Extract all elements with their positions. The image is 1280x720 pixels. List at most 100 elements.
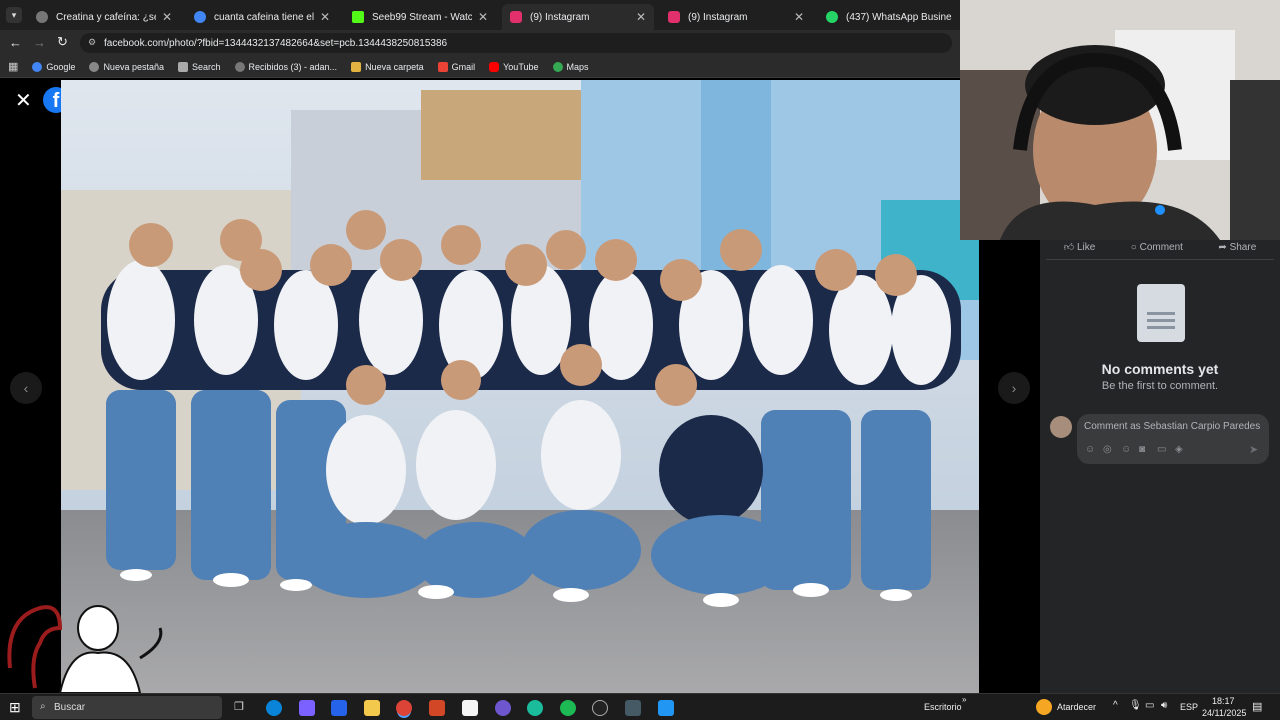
like-button[interactable]: 👍︎ Like <box>1064 241 1096 253</box>
bookmark-label: Nueva carpeta <box>365 61 424 72</box>
google-icon <box>32 61 43 72</box>
tab-title: cuanta cafeina tiene el cafe altu <box>214 11 314 23</box>
bookmark-label: YouTube <box>503 61 539 72</box>
send-icon[interactable]: ➤ <box>1249 443 1258 456</box>
sticker-icon[interactable]: ◎ <box>1103 444 1112 455</box>
bookmark-label: Nueva pestaña <box>103 61 164 72</box>
clock-time[interactable]: 18:17 <box>1212 696 1235 706</box>
tab-creatina[interactable]: Creatina y cafeína: ¿se pueden ✕ <box>28 4 180 30</box>
bookmark-label: Google <box>46 61 76 72</box>
streamer-webcam-image <box>960 0 1280 240</box>
map-pin-icon <box>552 61 563 72</box>
app-icon[interactable] <box>658 700 674 716</box>
bookmark-search[interactable]: Search <box>177 61 221 72</box>
notepad-icon[interactable] <box>462 700 478 716</box>
bookmark-gmail[interactable]: Gmail <box>437 61 476 72</box>
share-button[interactable]: ➦ Share <box>1218 242 1256 253</box>
weather-label[interactable]: Atardecer <box>1057 702 1096 712</box>
clock-date[interactable]: 24/11/2025 <box>1202 708 1246 718</box>
bookmark-nueva-pestana[interactable]: Nueva pestaña <box>89 61 164 72</box>
group-photo-image <box>61 80 979 693</box>
address-bar[interactable]: ⚙ facebook.com/photo/?fbid=1344432137482… <box>80 33 952 53</box>
bookmark-recibidos[interactable]: Recibidos (3) - adan... <box>234 61 338 72</box>
language-indicator[interactable]: ESP <box>1180 702 1198 712</box>
file-explorer-icon[interactable] <box>364 700 380 716</box>
camera-icon[interactable]: ◙ <box>1139 444 1145 455</box>
close-icon[interactable]: ✕ <box>320 10 330 24</box>
share-icon: ➦ <box>1218 241 1230 253</box>
bookmark-label: Gmail <box>451 61 476 72</box>
like-label: Like <box>1076 242 1096 253</box>
bookmark-google[interactable]: Google <box>32 61 76 72</box>
app-icon[interactable] <box>495 700 511 716</box>
tab-kick-stream[interactable]: Seeb99 Stream - Watch Live on ✕ <box>344 4 496 30</box>
mail-icon <box>234 61 245 72</box>
gif-icon[interactable]: ▭ <box>1157 444 1166 455</box>
taskbar-search-box[interactable]: ⌕ Buscar <box>32 696 222 719</box>
chevron-up-icon[interactable]: ^ <box>1113 700 1118 711</box>
chrome-icon[interactable] <box>396 700 412 716</box>
bookmark-nueva-carpeta[interactable]: Nueva carpeta <box>351 61 424 72</box>
chevron-icon[interactable]: » <box>962 695 966 704</box>
bookmark-label: Maps <box>566 61 589 72</box>
bookmarks-bar: ▦ Google Nueva pestaña Search Recibidos … <box>0 56 960 78</box>
close-icon[interactable]: ✕ <box>162 10 172 24</box>
outlook-icon[interactable] <box>331 700 347 716</box>
instagram-icon <box>668 11 680 23</box>
comment-input[interactable]: Comment as Sebastian Carpio Paredes ☺ ◎ … <box>1077 414 1269 464</box>
bookmark-maps[interactable]: Maps <box>552 61 589 72</box>
globe-icon <box>89 61 100 72</box>
network-icon[interactable]: ▭ <box>1145 700 1154 711</box>
bookmark-label: Recibidos (3) - adan... <box>248 61 338 72</box>
main-photo <box>61 80 979 693</box>
powerpoint-icon[interactable] <box>429 700 445 716</box>
microphone-icon[interactable]: 🎙︎ <box>1129 700 1142 711</box>
tab-instagram-2[interactable]: (9) Instagram ✕ <box>660 4 812 30</box>
emoji-icon[interactable]: ☺ <box>1121 444 1131 455</box>
windows-start-icon[interactable]: ⊞ <box>9 699 21 716</box>
notifications-icon[interactable]: ▤ <box>1252 700 1262 713</box>
search-icon: ⌕ <box>40 701 46 712</box>
close-icon[interactable]: ✕ <box>478 10 488 24</box>
avatar-sticker-icon[interactable]: ☺ <box>1085 444 1095 455</box>
app-icon[interactable] <box>527 700 543 716</box>
tab-instagram-1[interactable]: (9) Instagram ✕ <box>502 4 654 30</box>
spotify-icon[interactable] <box>560 700 576 716</box>
copilot-icon[interactable] <box>299 700 315 716</box>
back-icon[interactable]: ← <box>9 35 22 50</box>
bookmark-label: Search <box>191 61 221 72</box>
empty-state-title: No comments yet <box>1101 361 1219 377</box>
next-photo-button[interactable]: › <box>998 372 1030 404</box>
desktop-label[interactable]: Escritorio <box>924 702 962 712</box>
obs-icon[interactable] <box>592 700 608 716</box>
task-view-icon[interactable]: ❐ <box>234 700 244 713</box>
tab-title: (437) WhatsApp Business <box>846 11 952 23</box>
edge-icon[interactable] <box>266 700 282 716</box>
forward-icon[interactable]: → <box>33 35 46 50</box>
comment-placeholder: Comment as Sebastian Carpio Paredes <box>1084 421 1261 432</box>
youtube-icon <box>489 61 500 72</box>
tab-title: (9) Instagram <box>530 11 590 23</box>
site-info-icon[interactable]: ⚙ <box>88 37 96 48</box>
close-icon[interactable]: ✕ <box>636 10 646 24</box>
comment-label: Comment <box>1139 241 1183 253</box>
reload-icon[interactable]: ↻ <box>57 34 68 50</box>
sunset-icon <box>1036 699 1052 715</box>
apps-grid-icon[interactable]: ▦ <box>8 60 18 73</box>
bookmark-youtube[interactable]: YouTube <box>489 61 539 72</box>
tab-whatsapp[interactable]: (437) WhatsApp Business <box>818 4 960 30</box>
avatar <box>1050 416 1072 438</box>
close-icon[interactable]: ✕ <box>794 10 804 24</box>
empty-state-subtitle: Be the first to comment. <box>1101 380 1219 392</box>
tab-cafeina[interactable]: cuanta cafeina tiene el cafe altu ✕ <box>186 4 338 30</box>
tab-search-button[interactable]: ▾ <box>6 7 22 23</box>
tab-title: Creatina y cafeína: ¿se pueden <box>56 11 156 23</box>
previous-photo-button[interactable]: ‹ <box>10 372 42 404</box>
app-icon[interactable] <box>625 700 641 716</box>
search-icon <box>177 61 188 72</box>
sticker-alt-icon[interactable]: ◈ <box>1175 444 1183 455</box>
close-icon[interactable]: ✕ <box>15 88 32 113</box>
windows-taskbar: ⊞ ⌕ Buscar ❐ Escritorio » Atardecer ^ 🎙︎… <box>0 693 1280 720</box>
comment-button[interactable]: ○ Comment <box>1131 242 1183 253</box>
volume-icon[interactable]: 🔊︎ <box>1161 700 1167 711</box>
